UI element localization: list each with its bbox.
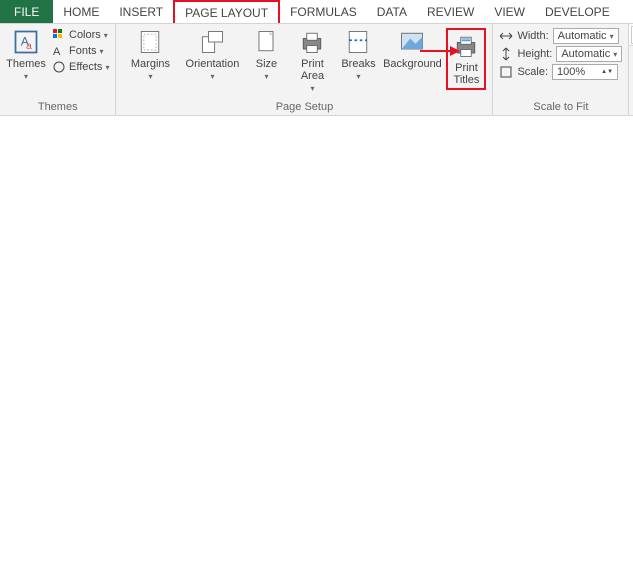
tab-review[interactable]: REVIEW bbox=[417, 0, 484, 23]
colors-button[interactable]: Colors▾ bbox=[52, 28, 109, 42]
print-area-icon bbox=[298, 28, 326, 56]
themes-button[interactable]: Aa Themes ▾ bbox=[6, 28, 46, 81]
scale-label: Scale: bbox=[517, 66, 548, 78]
formula-bar: Q19▾ ✕ ✓ fx bbox=[629, 24, 633, 46]
colors-label: Colors bbox=[69, 29, 101, 41]
width-label: Width: bbox=[517, 30, 548, 42]
tab-home[interactable]: HOME bbox=[53, 0, 109, 23]
margins-button[interactable]: Margins▾ bbox=[122, 28, 178, 81]
orientation-icon bbox=[198, 28, 226, 56]
ribbon-tabs: FILE HOMEINSERTPAGE LAYOUTFORMULASDATARE… bbox=[0, 0, 633, 24]
group-scale-to-fit: Width:Automatic▾ Height:Automatic▾ Scale… bbox=[493, 24, 629, 115]
size-button[interactable]: Size▾ bbox=[246, 28, 286, 81]
height-select[interactable]: Automatic▾ bbox=[556, 46, 622, 62]
background-button[interactable]: Background bbox=[384, 28, 440, 70]
tab-insert[interactable]: INSERT bbox=[109, 0, 173, 23]
print-area-label: Print Area bbox=[301, 58, 324, 82]
background-label: Background bbox=[383, 58, 442, 70]
fonts-button[interactable]: AFonts▾ bbox=[52, 44, 109, 58]
print-titles-label: Print Titles bbox=[454, 62, 480, 86]
height-label: Height: bbox=[517, 48, 552, 60]
effects-label: Effects bbox=[69, 61, 102, 73]
svg-text:a: a bbox=[26, 40, 32, 52]
orientation-label: Orientation bbox=[186, 58, 240, 70]
width-value: Automatic bbox=[558, 30, 607, 42]
breaks-icon bbox=[344, 28, 372, 56]
scale-input[interactable]: 100%▲▼ bbox=[552, 64, 618, 80]
print-area-button[interactable]: Print Area▾ bbox=[292, 28, 332, 93]
scale-icon bbox=[499, 65, 513, 79]
tab-develope[interactable]: DEVELOPE bbox=[535, 0, 620, 23]
colors-icon bbox=[52, 28, 66, 42]
width-icon bbox=[499, 29, 513, 43]
size-icon bbox=[252, 28, 280, 56]
breaks-label: Breaks bbox=[341, 58, 375, 70]
tab-file[interactable]: FILE bbox=[0, 0, 53, 23]
group-page-setup-label: Page Setup bbox=[122, 101, 486, 113]
svg-text:A: A bbox=[53, 46, 61, 58]
ribbon: Aa Themes ▾ Colors▾ A Fonts ▾ Effects▾ The… bbox=[0, 24, 633, 116]
width-select[interactable]: Automatic▾ bbox=[553, 28, 619, 44]
group-themes-label: Themes bbox=[6, 101, 109, 113]
margins-icon bbox=[136, 28, 164, 56]
margins-label: Margins bbox=[131, 58, 170, 70]
tab-view[interactable]: VIEW bbox=[484, 0, 535, 23]
group-page-setup: Margins▾ Orientation▾ Size▾ Print Area▾ … bbox=[116, 24, 493, 115]
breaks-button[interactable]: Breaks▾ bbox=[338, 28, 378, 81]
size-label: Size bbox=[256, 58, 277, 70]
background-icon bbox=[398, 28, 426, 56]
themes-label: Themes bbox=[6, 58, 46, 70]
tab-formulas[interactable]: FORMULAS bbox=[280, 0, 367, 23]
effects-button[interactable]: Effects▾ bbox=[52, 60, 109, 74]
fonts-label: Fonts bbox=[69, 45, 97, 57]
chevron-down-icon: ▾ bbox=[24, 72, 28, 81]
group-themes: Aa Themes ▾ Colors▾ A Fonts ▾ Effects▾ The… bbox=[0, 24, 116, 115]
fonts-icon: A bbox=[52, 44, 66, 58]
print-titles-button[interactable]: Print Titles bbox=[446, 28, 486, 90]
print-titles-icon bbox=[452, 32, 480, 60]
tab-page-layout[interactable]: PAGE LAYOUT bbox=[173, 0, 280, 23]
height-value: Automatic bbox=[561, 48, 610, 60]
effects-icon bbox=[52, 60, 66, 74]
tab-data[interactable]: DATA bbox=[367, 0, 417, 23]
orientation-button[interactable]: Orientation▾ bbox=[184, 28, 240, 81]
height-icon bbox=[499, 47, 513, 61]
scale-value: 100% bbox=[557, 66, 585, 78]
group-scale-label: Scale to Fit bbox=[499, 101, 622, 113]
themes-icon: Aa bbox=[12, 28, 40, 56]
